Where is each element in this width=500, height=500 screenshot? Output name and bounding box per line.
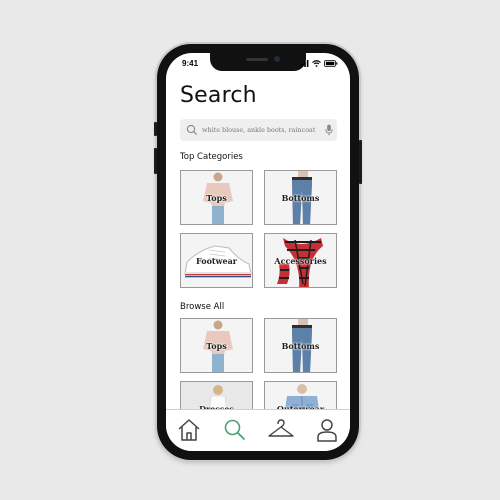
category-tile-bottoms[interactable]: Bottoms: [264, 170, 337, 225]
notch: [210, 53, 306, 71]
tab-closet[interactable]: [267, 416, 295, 444]
side-button-right: [359, 140, 362, 184]
browse-tile-bottoms[interactable]: Bottoms: [264, 318, 337, 373]
screen: 9:41 Search white blouse, ankle boots, r…: [166, 53, 350, 451]
speaker: [246, 58, 268, 61]
phone-frame: 9:41 Search white blouse, ankle boots, r…: [154, 44, 362, 460]
category-tile-accessories[interactable]: Accessories: [264, 233, 337, 288]
browse-tile-tops[interactable]: Tops: [180, 318, 253, 373]
status-icons: [299, 59, 338, 68]
search-input[interactable]: white blouse, ankle boots, raincoat: [202, 126, 315, 134]
battery-icon: [324, 60, 338, 67]
status-time: 9:41: [182, 59, 199, 68]
section-title: Top Categories: [180, 152, 243, 162]
category-tile-tops[interactable]: Tops: [180, 170, 253, 225]
profile-icon: [317, 419, 337, 442]
signal-icon: [299, 60, 309, 67]
search-icon: [224, 419, 246, 441]
section-title: Browse All: [180, 302, 225, 312]
category-tile-footwear[interactable]: Footwear: [180, 233, 253, 288]
tab-home[interactable]: [175, 416, 203, 444]
search-icon: [186, 124, 198, 136]
search-bar[interactable]: white blouse, ankle boots, raincoat: [180, 119, 337, 141]
wifi-icon: [312, 60, 321, 67]
tab-profile[interactable]: [313, 416, 341, 444]
tile-label: Bottoms: [281, 340, 320, 351]
front-camera: [274, 56, 280, 62]
side-button-left: [154, 122, 157, 136]
tile-label: Tops: [206, 192, 227, 203]
hanger-icon: [268, 419, 294, 437]
tile-label: Footwear: [196, 255, 237, 266]
tile-label: Tops: [206, 340, 227, 351]
tile-label: Bottoms: [281, 192, 320, 203]
tab-bar: [166, 409, 350, 451]
tab-search[interactable]: [221, 416, 249, 444]
side-button-left: [154, 148, 157, 174]
page-title: Search: [180, 83, 257, 108]
tile-label: Accessories: [274, 255, 327, 266]
home-icon: [178, 419, 200, 441]
microphone-icon[interactable]: [325, 124, 333, 136]
